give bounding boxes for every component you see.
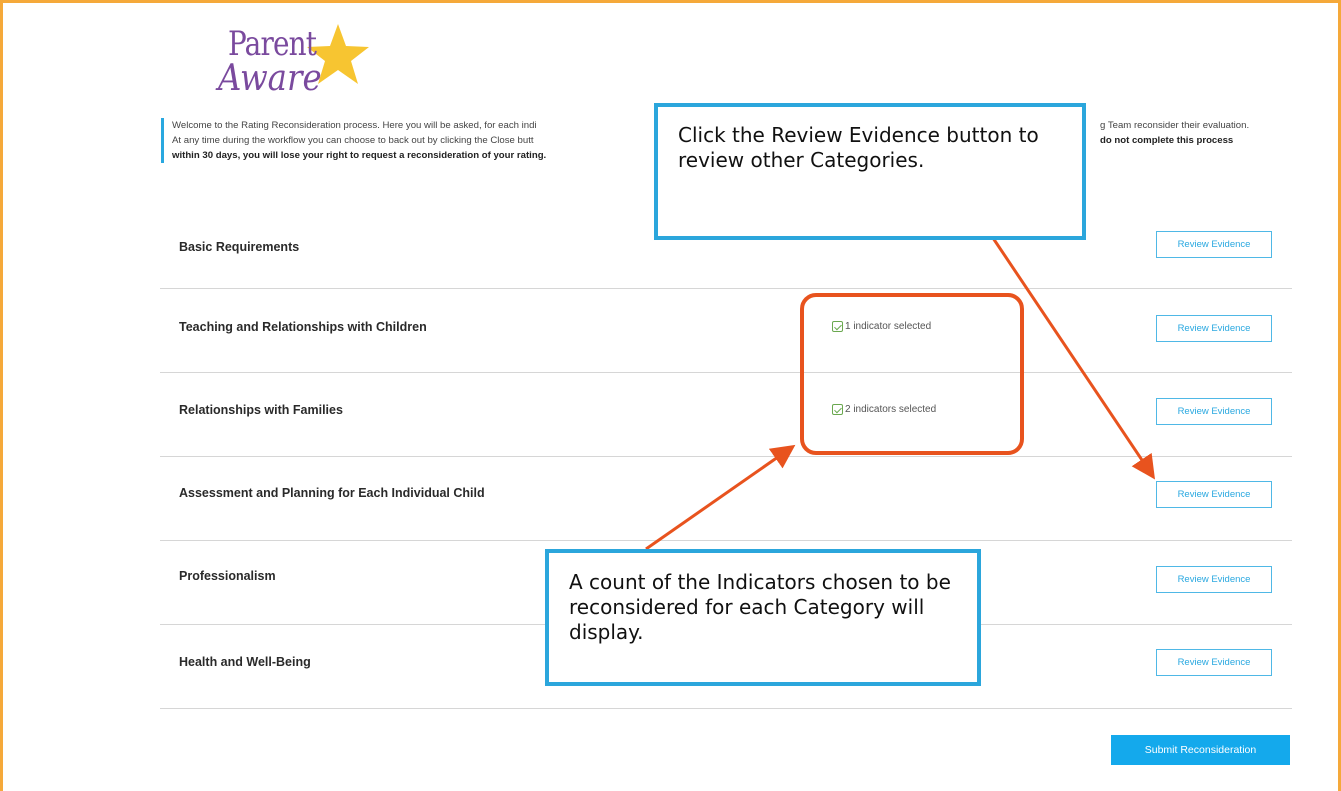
arrow-to-review-button — [991, 237, 1156, 480]
callout-review-evidence: Click the Review Evidence button to revi… — [654, 103, 1086, 240]
arrow-to-indicator-box — [645, 444, 796, 551]
callout-indicator-count: A count of the Indicators chosen to be r… — [545, 549, 981, 686]
